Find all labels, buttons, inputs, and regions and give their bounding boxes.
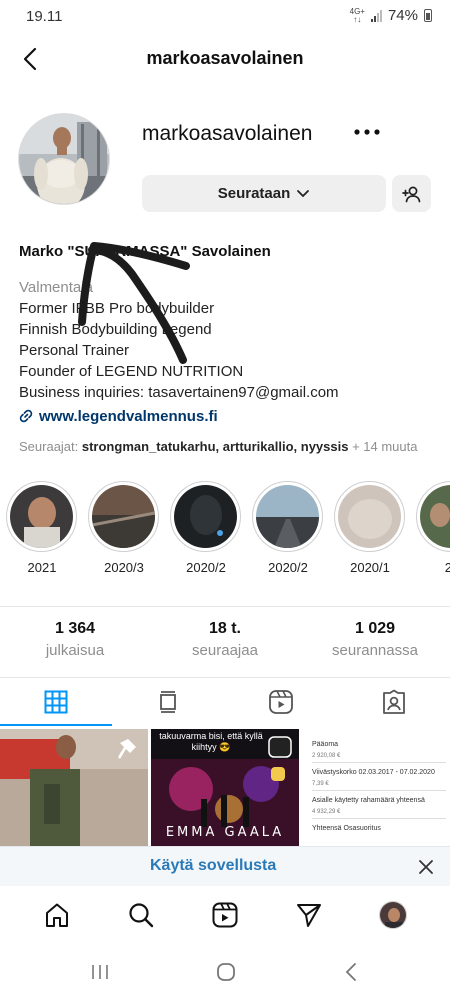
profile-avatar-small (379, 901, 407, 929)
nav-search[interactable] (124, 898, 158, 932)
status-time: 19.11 (26, 8, 63, 25)
following-button[interactable]: Seurataan (142, 175, 386, 212)
network-indicator: 4G+ ↑↓ (349, 6, 365, 24)
post-thumbnail[interactable]: takuuvarma bisi, että kyllä kiihtyy 😎 EM… (151, 729, 299, 849)
doc-row-value: 4 932,29 € (312, 809, 446, 819)
highlight-item[interactable]: 2020/2 (170, 481, 242, 575)
link-icon (19, 409, 33, 423)
back-chevron-icon[interactable] (338, 960, 366, 984)
highlight-item[interactable]: 2020/3 (88, 481, 160, 575)
recent-apps-icon[interactable] (86, 960, 114, 984)
highlight-item[interactable]: 2020/1 (334, 481, 406, 575)
add-person-icon (401, 186, 420, 202)
following-button-label: Seurataan (217, 185, 291, 202)
home-circle-icon[interactable] (212, 960, 240, 984)
doc-row-label: Pääoma (312, 741, 339, 748)
highlight-label: 2020/3 (104, 560, 144, 575)
home-icon (46, 903, 68, 927)
stat-label: seurannassa (332, 642, 418, 659)
signal-icon (370, 9, 382, 22)
send-icon (297, 904, 321, 927)
post-grid: takuuvarma bisi, että kyllä kiihtyy 😎 EM… (0, 729, 450, 849)
feed-icon (160, 691, 176, 713)
story-highlights: 2021 2020/3 2020/2 2020/2 2020/1 20 (6, 481, 450, 581)
nav-direct[interactable] (292, 898, 326, 932)
profile-username: markoasavolainen (142, 122, 313, 145)
highlight-label: 2020/1 (350, 560, 390, 575)
followed-by-names: strongman_tatukarhu, artturikallio, nyys… (81, 439, 349, 454)
bio-full-name: Marko "SUPERMASSA" Savolainen (19, 243, 271, 260)
tab-reels[interactable] (225, 678, 337, 726)
doc-row-label: Viivästyskorko 02.03.2017 - 07.02.2020 (312, 769, 435, 776)
stat-following[interactable]: 1 029 seurannassa (305, 620, 445, 659)
followed-by[interactable]: Seuraajat: strongman_tatukarhu, artturik… (19, 439, 417, 454)
highlight-label: 2020/2 (186, 560, 226, 575)
followed-by-prefix: Seuraajat: (19, 439, 82, 454)
tab-feed[interactable] (112, 678, 224, 726)
bio-line: Finnish Bodybuilding Legend (19, 321, 212, 338)
more-horizontal-icon[interactable] (352, 120, 382, 144)
post-caption: takuuvarma bisi, että kyllä kiihtyy 😎 (159, 731, 263, 752)
page-title: markoasavolainen (146, 48, 304, 68)
add-person-button[interactable] (392, 175, 431, 212)
bottom-navigation (0, 886, 450, 942)
bio-category: Valmentaja (19, 279, 93, 296)
highlight-item[interactable]: 2021 (6, 481, 78, 575)
highlight-label: 2021 (27, 560, 57, 575)
doc-row-label: Asialle käytetty rahamäärä yhteensä (312, 797, 425, 804)
stat-label: seuraajaa (192, 642, 258, 659)
stat-posts[interactable]: 1 364 julkaisua (5, 620, 145, 659)
stat-value: 1 364 (54, 620, 96, 637)
doc-row-label: Yhteensä Osasuoritus (312, 825, 381, 832)
highlight-label: 2020/2 (268, 560, 308, 575)
doc-row-value: 2 920,08 € (312, 753, 446, 763)
search-icon (129, 903, 154, 928)
doc-row-value: 7,39 € (312, 781, 446, 791)
bio-line: Former IFBB Pro bodybuilder (19, 300, 215, 317)
divider (0, 606, 450, 607)
battery-percent: 74% (387, 7, 418, 24)
reels-icon (269, 690, 293, 714)
tagged-icon (383, 689, 405, 714)
bio-line: Business inquiries: tasavertainen97@gmai… (19, 384, 339, 401)
followed-by-suffix: + 14 muuta (348, 439, 418, 454)
highlight-label: 20 (444, 560, 450, 575)
tab-tagged[interactable] (338, 678, 450, 726)
status-indicators: 4G+ ↑↓ 74% (350, 7, 432, 24)
stat-label: julkaisua (45, 642, 105, 659)
status-bar: 19.11 4G+ ↑↓ 74% (0, 0, 450, 34)
profile-stats: 1 364 julkaisua 18 t. seuraajaa 1 029 se… (0, 620, 450, 670)
tab-active-indicator (0, 724, 112, 726)
battery-icon (424, 9, 432, 22)
stat-value: 1 029 (354, 620, 396, 637)
grid-icon (44, 690, 68, 714)
open-app-banner: Käytä sovellusta (0, 846, 450, 886)
highlight-item[interactable]: 20 (416, 481, 450, 575)
profile-avatar[interactable] (18, 113, 110, 205)
top-bar: markoasavolainen (0, 34, 450, 84)
system-navigation (0, 944, 450, 1000)
nav-profile[interactable] (376, 898, 410, 932)
post-thumbnail[interactable] (0, 729, 148, 849)
highlight-item[interactable]: 2020/2 (252, 481, 324, 575)
bio-link-text: www.legendvalmennus.fi (39, 407, 218, 425)
open-app-button[interactable]: Käytä sovellusta (150, 857, 276, 875)
profile-tabs (0, 678, 450, 726)
stat-followers[interactable]: 18 t. seuraajaa (155, 620, 295, 659)
bio-line: Personal Trainer (19, 342, 130, 359)
reels-icon (212, 902, 238, 928)
nav-reels[interactable] (208, 898, 242, 932)
close-icon[interactable] (416, 857, 436, 877)
chevron-down-icon (297, 189, 310, 197)
stat-value: 18 t. (208, 620, 241, 637)
post-thumbnail[interactable]: Pääoma 2 920,08 € Viivästyskorko 02.03.2… (302, 729, 450, 849)
bio-line: Founder of LEGEND NUTRITION (19, 363, 244, 380)
bio-website-link[interactable]: www.legendvalmennus.fi (19, 405, 439, 427)
post-overlay-text: EMMA GAALA (165, 825, 285, 840)
tab-posts-grid[interactable] (0, 678, 112, 726)
nav-home[interactable] (40, 898, 74, 932)
profile-bio: Marko "SUPERMASSA" Savolainen Valmentaja… (19, 243, 439, 427)
